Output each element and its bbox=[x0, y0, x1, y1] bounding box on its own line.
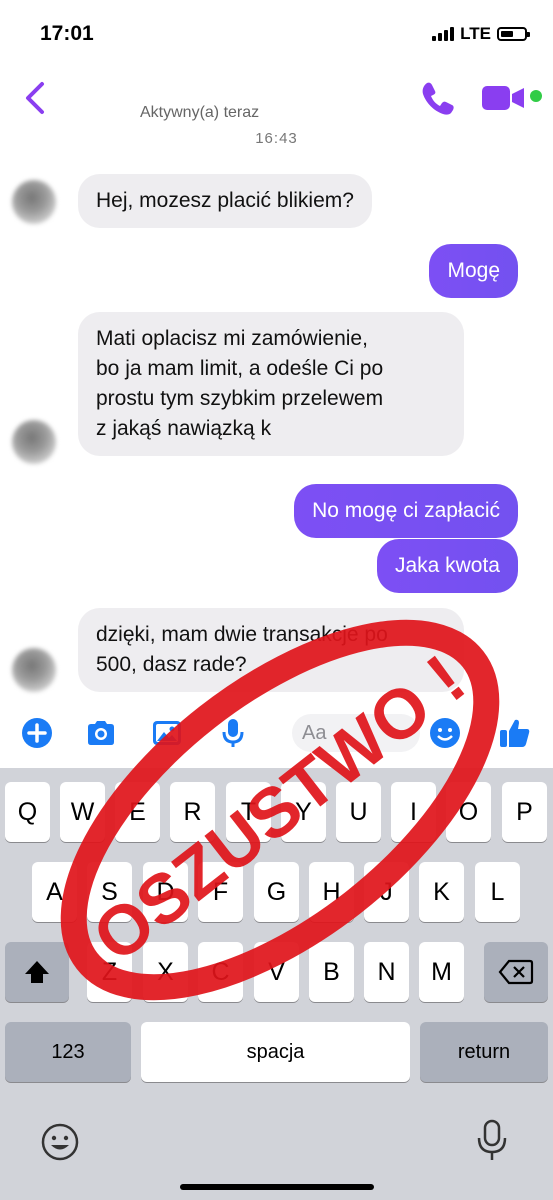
microphone-icon[interactable] bbox=[216, 716, 250, 750]
key-v[interactable]: V bbox=[254, 942, 299, 1002]
key-e[interactable]: E bbox=[115, 782, 160, 842]
key-s[interactable]: S bbox=[87, 862, 132, 922]
outgoing-message[interactable]: Mogę bbox=[429, 244, 518, 298]
key-y[interactable]: Y bbox=[281, 782, 326, 842]
key-d[interactable]: D bbox=[143, 862, 188, 922]
message-input[interactable]: Aa bbox=[292, 714, 420, 752]
incoming-message[interactable]: Hej, mozesz placić blikiem? bbox=[78, 174, 372, 228]
backspace-icon bbox=[498, 959, 534, 985]
signal-icon bbox=[432, 27, 455, 41]
network-label: LTE bbox=[460, 24, 491, 43]
key-c[interactable]: C bbox=[198, 942, 243, 1002]
message-line: prostu tym szybkim przelewem bbox=[96, 387, 384, 410]
status-indicators: LTE bbox=[432, 24, 530, 44]
key-o[interactable]: O bbox=[446, 782, 491, 842]
emoji-icon[interactable] bbox=[428, 716, 462, 750]
time-divider: 16:43 bbox=[255, 130, 298, 147]
outgoing-message[interactable]: Jaka kwota bbox=[376, 539, 518, 593]
camera-icon[interactable] bbox=[84, 716, 118, 750]
key-i[interactable]: I bbox=[391, 782, 436, 842]
key-h[interactable]: H bbox=[309, 862, 354, 922]
keyboard: Q W E R T Y U I O P A S D F G H J K L Z … bbox=[0, 768, 553, 1200]
key-w[interactable]: W bbox=[60, 782, 105, 842]
dictation-icon[interactable] bbox=[474, 1118, 510, 1164]
space-key[interactable]: spacja bbox=[141, 1022, 410, 1082]
key-m[interactable]: M bbox=[419, 942, 464, 1002]
status-time: 17:01 bbox=[40, 22, 94, 45]
key-q[interactable]: Q bbox=[5, 782, 50, 842]
key-k[interactable]: K bbox=[419, 862, 464, 922]
outgoing-message[interactable]: No mogę ci zapłacić bbox=[294, 484, 518, 538]
message-line: 500, dasz rade? bbox=[96, 653, 247, 676]
back-button[interactable] bbox=[18, 78, 52, 118]
key-a[interactable]: A bbox=[32, 862, 77, 922]
key-t[interactable]: T bbox=[226, 782, 271, 842]
key-u[interactable]: U bbox=[336, 782, 381, 842]
shift-key[interactable] bbox=[5, 942, 69, 1002]
key-f[interactable]: F bbox=[198, 862, 243, 922]
key-g[interactable]: G bbox=[254, 862, 299, 922]
key-p[interactable]: P bbox=[502, 782, 547, 842]
key-l[interactable]: L bbox=[475, 862, 520, 922]
thumbs-up-icon[interactable] bbox=[498, 716, 532, 750]
key-r[interactable]: R bbox=[170, 782, 215, 842]
key-z[interactable]: Z bbox=[87, 942, 132, 1002]
phone-call-icon[interactable] bbox=[418, 78, 458, 118]
incoming-message[interactable]: dzięki, mam dwie transakcje po 500, dasz… bbox=[78, 608, 464, 692]
emoji-keyboard-icon[interactable] bbox=[40, 1122, 80, 1162]
message-line: z jakąś nawiązką k bbox=[96, 417, 272, 440]
home-indicator bbox=[180, 1184, 374, 1190]
return-key[interactable]: return bbox=[420, 1022, 548, 1082]
contact-avatar[interactable] bbox=[12, 180, 56, 224]
message-line: bo ja mam limit, a odeśle Ci po bbox=[96, 357, 384, 380]
video-call-icon[interactable] bbox=[480, 84, 528, 112]
message-line: Mati oplacisz mi zamówienie, bbox=[96, 327, 368, 350]
incoming-message[interactable]: Mati oplacisz mi zamówienie, bo ja mam l… bbox=[78, 312, 464, 456]
key-n[interactable]: N bbox=[364, 942, 409, 1002]
numbers-key[interactable]: 123 bbox=[5, 1022, 131, 1082]
message-composer: Aa bbox=[0, 702, 553, 764]
key-x[interactable]: X bbox=[143, 942, 188, 1002]
shift-icon bbox=[25, 961, 49, 983]
contact-avatar[interactable] bbox=[12, 648, 56, 692]
key-b[interactable]: B bbox=[309, 942, 354, 1002]
key-j[interactable]: J bbox=[364, 862, 409, 922]
active-status: Aktywny(a) teraz bbox=[140, 104, 260, 121]
contact-avatar[interactable] bbox=[12, 420, 56, 464]
contact-name[interactable] bbox=[100, 70, 110, 80]
plus-icon[interactable] bbox=[20, 716, 54, 750]
online-indicator bbox=[530, 90, 542, 102]
delete-key[interactable] bbox=[484, 942, 548, 1002]
image-icon[interactable] bbox=[150, 716, 184, 750]
message-line: dzięki, mam dwie transakcje po bbox=[96, 623, 388, 646]
battery-icon bbox=[497, 27, 530, 41]
